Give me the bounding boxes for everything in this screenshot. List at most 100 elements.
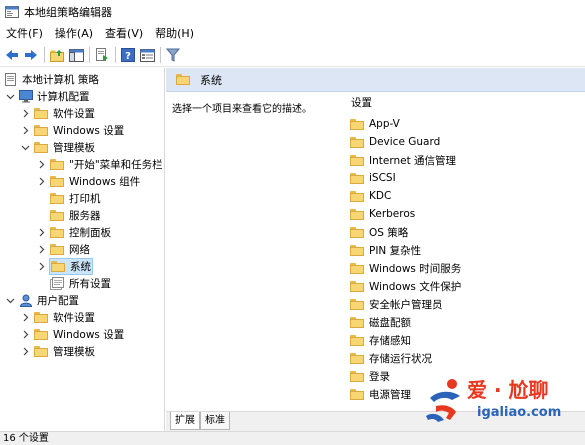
toolbar-separator [115,47,116,63]
menu-view[interactable]: 查看(V) [99,24,149,44]
forward-arrow-icon[interactable] [22,46,40,64]
list-item[interactable]: 电源管理 [350,385,411,403]
tree-label: 控制面板 [69,227,111,239]
tree-label: Windows 设置 [53,125,125,137]
list-item[interactable]: PIN 复杂性 [350,241,421,259]
list-item[interactable]: Device Guard [350,133,440,151]
computer-icon [19,90,33,103]
list-item[interactable]: 存储运行状况 [350,349,432,367]
chevron-right-icon[interactable] [20,330,30,340]
list-item[interactable]: OS 策略 [350,223,408,241]
list-item[interactable]: 登录 [350,367,390,385]
tree-item-user-software-settings[interactable]: 软件设置 [20,309,95,326]
filter-icon[interactable] [164,46,182,64]
chevron-right-icon[interactable] [36,160,46,170]
chevron-right-icon[interactable] [36,177,46,187]
list-item[interactable]: Internet 通信管理 [350,151,456,169]
list-item[interactable]: Windows 文件保护 [350,277,461,295]
menu-help[interactable]: 帮助(H) [149,24,200,44]
properties-icon[interactable] [138,46,156,64]
folder-icon [350,244,364,256]
status-bar: 16 个设置 [0,431,585,445]
tree-item-server[interactable]: 服务器 [50,207,101,224]
list-item-label: PIN 复杂性 [369,244,422,257]
list-item[interactable]: App-V [350,115,400,133]
list-item[interactable]: 磁盘配额 [350,313,411,331]
chevron-right-icon[interactable] [36,228,46,238]
chevron-down-icon[interactable] [20,143,30,153]
help-icon[interactable]: ? [119,46,137,64]
list-item[interactable]: Windows 时间服务 [350,259,461,277]
details-header: 系统 [166,68,585,92]
folder-icon [350,298,364,310]
tree-label: 计算机配置 [37,91,90,103]
folder-icon [350,172,364,184]
list-item-label: App-V [369,118,400,130]
list-item[interactable]: KDC [350,187,391,205]
watermark-url: igaliao.com [477,405,562,420]
show-tree-icon[interactable] [67,46,85,64]
tree-item-software-settings[interactable]: 软件设置 [20,105,95,122]
column-header-setting[interactable]: 设置 [344,93,585,113]
folder-icon [50,176,64,187]
folder-open-icon [51,261,65,272]
chevron-right-icon[interactable] [20,313,30,323]
menu-action[interactable]: 操作(A) [49,24,99,44]
list-item-label: Kerberos [369,208,416,220]
menu-bar: 文件(F) 操作(A) 查看(V) 帮助(H) [0,24,585,44]
folder-icon [50,227,64,238]
description-text: 选择一个项目来查看它的描述。 [172,104,312,115]
up-folder-icon[interactable] [48,46,66,64]
tree-item-user-admin-templates[interactable]: 管理模板 [20,343,95,360]
tree-label: 管理模板 [53,346,95,358]
tree-item-computer-config[interactable]: 计算机配置 [5,88,90,105]
tree-label: 软件设置 [53,312,95,324]
tree-item-control-panel[interactable]: 控制面板 [36,224,111,241]
tab-extended[interactable]: 扩展 [170,412,200,430]
back-arrow-icon[interactable] [3,46,21,64]
chevron-right-icon[interactable] [36,245,46,255]
list-item-label: OS 策略 [369,226,409,239]
folder-icon [350,118,364,130]
list-item-label: Windows 时间服务 [369,262,462,275]
tree-item-windows-settings[interactable]: Windows 设置 [20,122,124,139]
list-item-label: 登录 [369,370,390,383]
tree-item-user-config[interactable]: 用户配置 [5,292,79,309]
export-icon[interactable] [93,46,111,64]
tree-item-network[interactable]: 网络 [36,241,90,258]
tree-label: 打印机 [69,193,101,205]
chevron-right-icon[interactable] [36,262,46,272]
tree-item-windows-components[interactable]: Windows 组件 [36,173,140,190]
folder-icon [350,316,364,328]
tree-item-admin-templates[interactable]: 管理模板 [20,139,95,156]
menu-file[interactable]: 文件(F) [0,24,49,44]
all-settings-icon [50,277,64,290]
tree-item-root[interactable]: 本地计算机 策略 [4,71,99,88]
chevron-right-icon[interactable] [20,126,30,136]
list-item[interactable]: 存储感知 [350,331,411,349]
folder-icon [350,280,364,292]
folder-icon [50,159,64,170]
chevron-down-icon[interactable] [5,296,15,306]
folder-icon [50,210,64,221]
list-item[interactable]: iSCSI [350,169,396,187]
tree-item-all-settings[interactable]: 所有设置 [50,275,111,292]
policy-doc-icon [5,73,16,86]
tree-item-start-menu[interactable]: "开始"菜单和任务栏 [36,156,163,173]
list-item[interactable]: 安全帐户管理员 [350,295,443,313]
chevron-right-icon[interactable] [20,109,30,119]
chevron-down-icon[interactable] [5,92,15,102]
chevron-right-icon[interactable] [20,347,30,357]
tree-item-system[interactable]: 系统 [36,258,93,275]
folder-icon [350,154,364,166]
list-item-label: 存储感知 [369,334,411,347]
tab-standard[interactable]: 标准 [200,412,230,430]
list-item-label: 电源管理 [369,388,411,401]
list-item[interactable]: Kerberos [350,205,415,223]
tree-label: "开始"菜单和任务栏 [69,159,163,171]
folder-icon [350,334,364,346]
tree-item-user-windows-settings[interactable]: Windows 设置 [20,326,124,343]
tree-item-printers[interactable]: 打印机 [50,190,101,207]
tree-label: 本地计算机 策略 [22,74,99,86]
folder-icon [350,370,364,382]
